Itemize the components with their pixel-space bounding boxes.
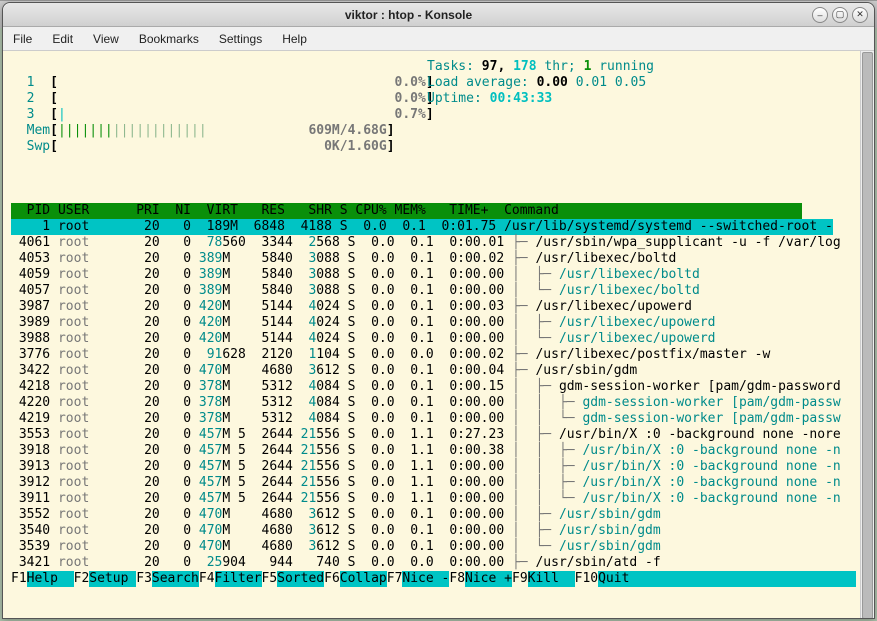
process-row[interactable]: 4061 root 20 0 78560 3344 2568 S 0.0 0.1…: [11, 235, 874, 251]
process-row[interactable]: 4220 root 20 0 378M 5312 4084 S 0.0 0.1 …: [11, 395, 874, 411]
process-row[interactable]: 3989 root 20 0 420M 5144 4024 S 0.0 0.1 …: [11, 315, 874, 331]
fkey-F1[interactable]: Help: [27, 571, 74, 587]
fkey-F8[interactable]: Nice +: [465, 571, 512, 587]
menu-help[interactable]: Help: [282, 32, 307, 46]
titlebar[interactable]: viktor : htop - Konsole – ▢ ✕: [3, 3, 874, 27]
process-row[interactable]: 3987 root 20 0 420M 5144 4024 S 0.0 0.1 …: [11, 299, 874, 315]
process-row[interactable]: 3913 root 20 0 457M 5 2644 21556 S 0.0 1…: [11, 459, 874, 475]
process-row[interactable]: 4218 root 20 0 378M 5312 4084 S 0.0 0.1 …: [11, 379, 874, 395]
process-row[interactable]: 3552 root 20 0 470M 4680 3612 S 0.0 0.1 …: [11, 507, 874, 523]
process-row[interactable]: 3918 root 20 0 457M 5 2644 21556 S 0.0 1…: [11, 443, 874, 459]
minimize-button[interactable]: –: [812, 7, 828, 23]
process-row[interactable]: 3776 root 20 0 91628 2120 1104 S 0.0 0.0…: [11, 347, 874, 363]
process-header: PID USER PRI NI VIRT RES SHR S CPU% MEM%…: [11, 203, 802, 219]
process-row[interactable]: 3988 root 20 0 420M 5144 4024 S 0.0 0.1 …: [11, 331, 874, 347]
process-row[interactable]: 4059 root 20 0 389M 5840 3088 S 0.0 0.1 …: [11, 267, 874, 283]
menu-bookmarks[interactable]: Bookmarks: [139, 32, 199, 46]
maximize-button[interactable]: ▢: [832, 7, 848, 23]
scrollbar[interactable]: [860, 51, 874, 618]
process-row[interactable]: 3539 root 20 0 470M 4680 3612 S 0.0 0.1 …: [11, 539, 874, 555]
fkey-F4[interactable]: Filter: [215, 571, 262, 587]
fkey-F2[interactable]: Setup: [89, 571, 136, 587]
menu-file[interactable]: File: [13, 32, 32, 46]
fkey-F5[interactable]: Sorted: [277, 571, 324, 587]
process-row-selected[interactable]: 1 root 20 0 189M 6848 4188 S 0.0 0.1 0:0…: [11, 219, 833, 235]
fkey-F7[interactable]: Nice -: [402, 571, 449, 587]
fkey-F9[interactable]: Kill: [528, 571, 575, 587]
fkey-F6[interactable]: Collap: [340, 571, 387, 587]
process-row[interactable]: 3911 root 20 0 457M 5 2644 21556 S 0.0 1…: [11, 491, 874, 507]
menu-view[interactable]: View: [93, 32, 119, 46]
process-row[interactable]: 3540 root 20 0 470M 4680 3612 S 0.0 0.1 …: [11, 523, 874, 539]
window-title: viktor : htop - Konsole: [9, 8, 808, 22]
process-row[interactable]: 4057 root 20 0 389M 5840 3088 S 0.0 0.1 …: [11, 283, 874, 299]
process-row[interactable]: 4219 root 20 0 378M 5312 4084 S 0.0 0.1 …: [11, 411, 874, 427]
process-row[interactable]: 3421 root 20 0 25904 944 740 S 0.0 0.0 0…: [11, 555, 874, 571]
fkey-F3[interactable]: Search: [152, 571, 199, 587]
menu-settings[interactable]: Settings: [219, 32, 262, 46]
close-button[interactable]: ✕: [852, 7, 868, 23]
process-row[interactable]: 3553 root 20 0 457M 5 2644 21556 S 0.0 1…: [11, 427, 874, 443]
process-row[interactable]: 3912 root 20 0 457M 5 2644 21556 S 0.0 1…: [11, 475, 874, 491]
fkey-F10[interactable]: Quit: [598, 571, 856, 587]
menu-edit[interactable]: Edit: [52, 32, 73, 46]
menubar: File Edit View Bookmarks Settings Help: [3, 27, 874, 51]
konsole-window: viktor : htop - Konsole – ▢ ✕ File Edit …: [2, 2, 875, 619]
process-row[interactable]: 4053 root 20 0 389M 5840 3088 S 0.0 0.1 …: [11, 251, 874, 267]
terminal[interactable]: 1 [ 0.0%] 2 [ 0.0%] 3 [| 0.7%] Mem[|||||…: [3, 51, 874, 618]
process-row[interactable]: 3422 root 20 0 470M 4680 3612 S 0.0 0.1 …: [11, 363, 874, 379]
